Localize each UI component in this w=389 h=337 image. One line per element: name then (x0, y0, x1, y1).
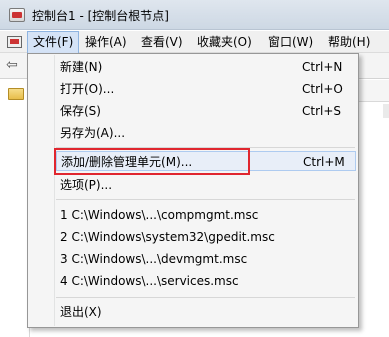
menu-item-shortcut: Ctrl+M (303, 155, 345, 169)
window-title: 控制台1 - [控制台根节点] (32, 9, 169, 23)
menu-bar: 文件(F) 操作(A) 查看(V) 收藏夹(O) 窗口(W) 帮助(H) (0, 31, 389, 53)
menu-item-shortcut: Ctrl+N (302, 60, 343, 74)
menu-item-label: 2 C:\Windows\system32\gpedit.msc (60, 230, 275, 244)
menu-item-label: 新建(N) (60, 60, 103, 74)
menu-item-open[interactable]: 打开(O)... Ctrl+O (56, 79, 356, 99)
title-bar: 控制台1 - [控制台根节点] (0, 0, 389, 30)
menu-item-label: 3 C:\Windows\...\devmgmt.msc (60, 252, 248, 266)
menu-item-recent-2[interactable]: 2 C:\Windows\system32\gpedit.msc (56, 227, 356, 247)
menu-item-label: 另存为(A)... (60, 126, 126, 140)
scrollbar[interactable] (383, 104, 389, 118)
menu-item-shortcut: Ctrl+O (302, 82, 343, 96)
menu-item-save-as[interactable]: 另存为(A)... (56, 123, 356, 143)
mmc-app-icon[interactable] (9, 8, 25, 22)
back-arrow-icon[interactable]: ⇦ (6, 57, 24, 73)
menu-item-label: 保存(S) (60, 104, 101, 118)
menu-item-shortcut: Ctrl+S (302, 104, 342, 118)
tree-pane (0, 80, 30, 337)
menu-item-new[interactable]: 新建(N) Ctrl+N (56, 57, 356, 77)
menu-item-save[interactable]: 保存(S) Ctrl+S (56, 101, 356, 121)
highlight-annotation-box (54, 148, 250, 175)
file-menu-dropdown: 新建(N) Ctrl+N 打开(O)... Ctrl+O 保存(S) Ctrl+… (27, 53, 359, 328)
folder-icon[interactable] (8, 88, 24, 100)
menu-item-exit[interactable]: 退出(X) (56, 302, 356, 322)
menu-action[interactable]: 操作(A) (85, 31, 127, 53)
menu-item-label: 退出(X) (60, 305, 102, 319)
menu-window[interactable]: 窗口(W) (268, 31, 313, 53)
menu-help[interactable]: 帮助(H) (328, 31, 370, 53)
system-menu-icon[interactable] (7, 36, 22, 48)
menu-item-options[interactable]: 选项(P)... (56, 175, 356, 195)
menu-item-label: 4 C:\Windows\...\services.msc (60, 274, 239, 288)
menu-separator (56, 297, 355, 298)
menu-item-label: 1 C:\Windows\...\compmgmt.msc (60, 208, 259, 222)
menu-item-recent-3[interactable]: 3 C:\Windows\...\devmgmt.msc (56, 249, 356, 269)
menu-file[interactable]: 文件(F) (27, 31, 80, 53)
menu-item-label: 打开(O)... (60, 82, 115, 96)
menu-view[interactable]: 查看(V) (141, 31, 183, 53)
menu-favorites[interactable]: 收藏夹(O) (197, 31, 252, 53)
menu-item-recent-4[interactable]: 4 C:\Windows\...\services.msc (56, 271, 356, 291)
menu-item-label: 选项(P)... (60, 178, 113, 192)
menu-separator (56, 199, 355, 200)
menu-item-recent-1[interactable]: 1 C:\Windows\...\compmgmt.msc (56, 205, 356, 225)
